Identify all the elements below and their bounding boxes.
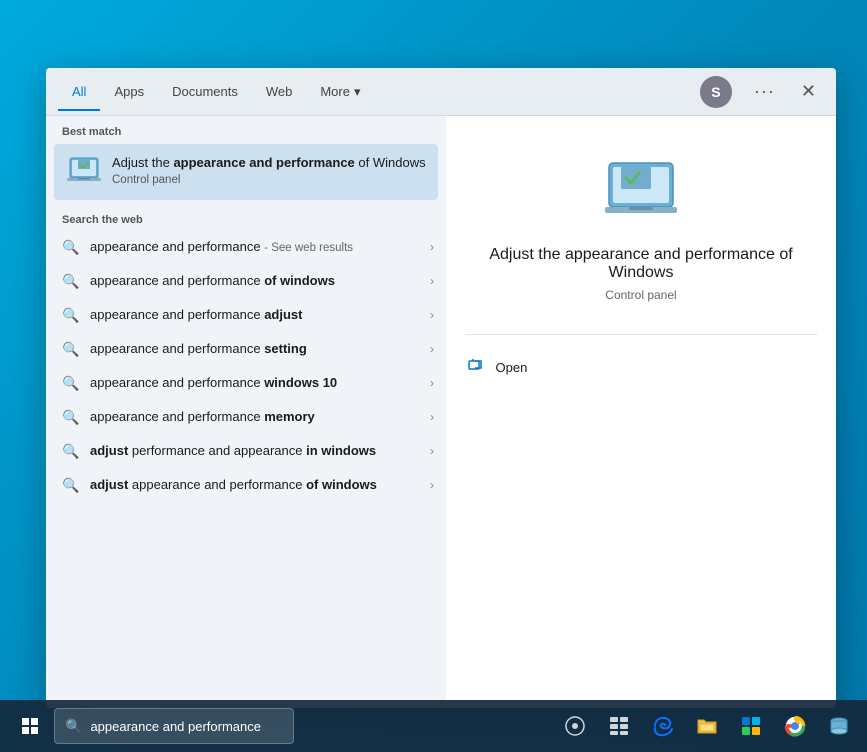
web-item-text: appearance and performance setting — [90, 341, 420, 358]
task-view-button[interactable] — [555, 704, 595, 748]
open-label: Open — [496, 360, 528, 375]
close-button[interactable]: ✕ — [793, 77, 824, 106]
chevron-right-icon: › — [430, 444, 434, 458]
web-item-subtext: - See web results — [264, 242, 353, 254]
best-match-label: Best match — [46, 116, 446, 144]
open-icon — [466, 357, 486, 377]
taskbar: 🔍 appearance and performance — [0, 700, 867, 752]
main-content: Best match — [46, 116, 836, 708]
tab-documents[interactable]: Documents — [158, 72, 252, 111]
tab-bar: All Apps Documents Web More ▾ S ··· — [46, 68, 836, 116]
web-item-text: adjust appearance and performance of win… — [90, 477, 420, 494]
search-icon: 🔍 — [62, 408, 80, 426]
list-item[interactable]: 🔍 appearance and performance setting › — [46, 332, 446, 366]
user-avatar[interactable]: S — [700, 76, 732, 108]
taskbar-search-text: appearance and performance — [90, 719, 261, 734]
search-icon: 🔍 — [62, 476, 80, 494]
taskbar-icons — [555, 704, 859, 748]
list-item[interactable]: 🔍 appearance and performance adjust › — [46, 298, 446, 332]
tab-web[interactable]: Web — [252, 72, 307, 111]
best-match-subtitle: Control panel — [112, 174, 426, 186]
list-item[interactable]: 🔍 adjust performance and appearance in w… — [46, 434, 446, 468]
result-subtitle: Control panel — [605, 288, 676, 302]
taskbar-search[interactable]: 🔍 appearance and performance — [54, 708, 294, 744]
chrome-button[interactable] — [775, 704, 815, 748]
result-icon — [601, 156, 681, 226]
web-item-text: appearance and performance - See web res… — [90, 239, 420, 256]
widgets-button[interactable] — [599, 704, 639, 748]
result-title: Adjust the appearance and performance of… — [481, 246, 801, 282]
web-item-text: appearance and performance windows 10 — [90, 375, 420, 392]
explorer-button[interactable] — [687, 704, 727, 748]
search-icon: 🔍 — [62, 306, 80, 324]
chevron-right-icon: › — [430, 240, 434, 254]
search-web-label: Search the web — [46, 204, 446, 230]
search-icon: 🔍 — [62, 374, 80, 392]
taskbar-search-icon: 🔍 — [65, 718, 82, 735]
best-match-item[interactable]: Adjust the appearance and performance of… — [54, 144, 438, 200]
desktop: All Apps Documents Web More ▾ S ··· — [0, 0, 867, 752]
open-action[interactable]: Open — [466, 351, 817, 383]
chevron-right-icon: › — [430, 376, 434, 390]
left-panel: Best match — [46, 116, 446, 708]
search-icon: 🔍 — [62, 272, 80, 290]
search-icon: 🔍 — [62, 340, 80, 358]
search-icon: 🔍 — [62, 238, 80, 256]
more-options-button[interactable]: ··· — [744, 77, 785, 106]
chevron-right-icon: › — [430, 308, 434, 322]
list-item[interactable]: 🔍 appearance and performance - See web r… — [46, 230, 446, 264]
tab-all[interactable]: All — [58, 72, 100, 111]
chevron-right-icon: › — [430, 410, 434, 424]
list-item[interactable]: 🔍 appearance and performance windows 10 … — [46, 366, 446, 400]
tab-apps[interactable]: Apps — [100, 72, 158, 111]
web-item-text: appearance and performance memory — [90, 409, 420, 426]
divider — [466, 334, 817, 335]
web-item-text: appearance and performance adjust — [90, 307, 420, 324]
control-panel-icon — [66, 154, 102, 190]
list-item[interactable]: 🔍 adjust appearance and performance of w… — [46, 468, 446, 502]
web-item-text: appearance and performance of windows — [90, 273, 420, 290]
storage-button[interactable] — [819, 704, 859, 748]
store-button[interactable] — [731, 704, 771, 748]
best-match-text: Adjust the appearance and performance of… — [112, 154, 426, 186]
chevron-right-icon: › — [430, 274, 434, 288]
chevron-right-icon: › — [430, 478, 434, 492]
list-item[interactable]: 🔍 appearance and performance of windows … — [46, 264, 446, 298]
best-match-title: Adjust the appearance and performance of… — [112, 154, 426, 172]
search-icon: 🔍 — [62, 442, 80, 460]
start-button[interactable] — [8, 704, 52, 748]
search-window: All Apps Documents Web More ▾ S ··· — [46, 68, 836, 708]
tab-more[interactable]: More ▾ — [306, 72, 374, 112]
chevron-right-icon: › — [430, 342, 434, 356]
right-panel: Adjust the appearance and performance of… — [446, 116, 836, 708]
list-item[interactable]: 🔍 appearance and performance memory › — [46, 400, 446, 434]
edge-button[interactable] — [643, 704, 683, 748]
web-item-text: adjust performance and appearance in win… — [90, 443, 420, 460]
